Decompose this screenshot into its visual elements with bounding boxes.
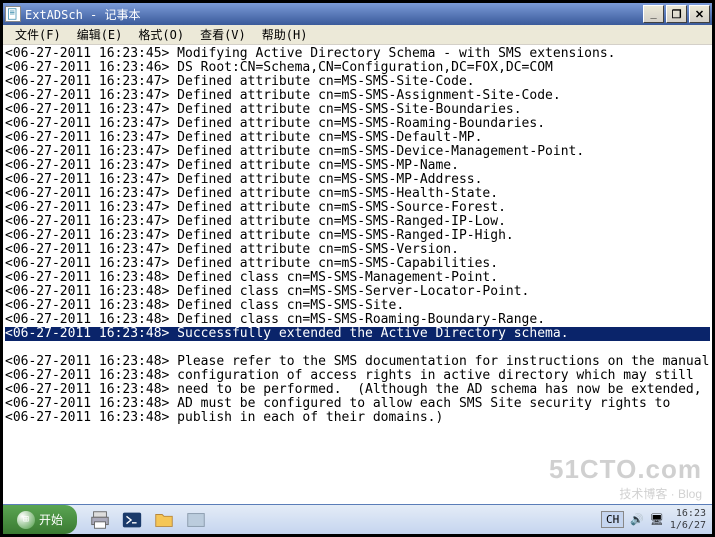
tray-network-icon[interactable]: 🖥	[650, 513, 664, 526]
start-label: 开始	[39, 511, 63, 528]
log-line: <06-27-2011 16:23:48> need to be perform…	[5, 383, 710, 397]
log-line: <06-27-2011 16:23:46> DS Root:CN=Schema,…	[5, 61, 710, 75]
log-line: <06-27-2011 16:23:48> configuration of a…	[5, 369, 710, 383]
log-line: <06-27-2011 16:23:48> Defined class cn=M…	[5, 271, 710, 285]
log-line: <06-27-2011 16:23:47> Defined attribute …	[5, 89, 710, 103]
log-line: <06-27-2011 16:23:48> Successfully exten…	[5, 327, 710, 341]
system-tray: CH 🔊 🖥 16:23 1/6/27	[595, 508, 712, 532]
ql-explorer-icon[interactable]	[149, 507, 179, 533]
minimize-button[interactable]: _	[643, 5, 664, 23]
log-line: <06-27-2011 16:23:47> Defined attribute …	[5, 145, 710, 159]
menu-view[interactable]: 查看(V)	[192, 24, 254, 45]
log-line: <06-27-2011 16:23:47> Defined attribute …	[5, 201, 710, 215]
close-button[interactable]: ✕	[689, 5, 710, 23]
ql-printer-icon[interactable]	[85, 507, 115, 533]
notepad-window: ExtADSch - 记事本 _ ❐ ✕ 文件(F) 编辑(E) 格式(O) 查…	[3, 3, 712, 534]
log-line: <06-27-2011 16:23:47> Defined attribute …	[5, 159, 710, 173]
clock[interactable]: 16:23 1/6/27	[670, 508, 706, 532]
log-line: <06-27-2011 16:23:47> Defined attribute …	[5, 173, 710, 187]
menu-format[interactable]: 格式(O)	[130, 24, 192, 45]
date-text: 1/6/27	[670, 520, 706, 532]
menu-edit[interactable]: 编辑(E)	[69, 24, 131, 45]
log-line: <06-27-2011 16:23:48> Please refer to th…	[5, 355, 710, 369]
log-line: <06-27-2011 16:23:48> Defined class cn=M…	[5, 285, 710, 299]
menu-file[interactable]: 文件(F)	[7, 24, 69, 45]
log-line: <06-27-2011 16:23:47> Defined attribute …	[5, 117, 710, 131]
windows-orb-icon: ⊞	[17, 511, 35, 529]
log-line: <06-27-2011 16:23:47> Defined attribute …	[5, 229, 710, 243]
log-line: <06-27-2011 16:23:48> publish in each of…	[5, 411, 710, 425]
log-line: <06-27-2011 16:23:47> Defined attribute …	[5, 257, 710, 271]
window-title: ExtADSch - 记事本	[25, 6, 643, 23]
log-line: <06-27-2011 16:23:47> Defined attribute …	[5, 103, 710, 117]
language-indicator[interactable]: CH	[601, 511, 624, 528]
menu-bar: 文件(F) 编辑(E) 格式(O) 查看(V) 帮助(H)	[3, 25, 712, 45]
quick-launch	[85, 507, 211, 533]
log-line: <06-27-2011 16:23:47> Defined attribute …	[5, 75, 710, 89]
tray-volume-icon[interactable]: 🔊	[630, 513, 644, 526]
taskbar: ⊞ 开始 CH 🔊 🖥 16:23 1/6/27	[3, 504, 712, 534]
log-line: <06-27-2011 16:23:47> Defined attribute …	[5, 215, 710, 229]
log-line: <06-27-2011 16:23:47> Defined attribute …	[5, 187, 710, 201]
log-line	[5, 341, 710, 355]
log-line: <06-27-2011 16:23:48> AD must be configu…	[5, 397, 710, 411]
restore-button[interactable]: ❐	[666, 5, 687, 23]
log-line: <06-27-2011 16:23:47> Defined attribute …	[5, 243, 710, 257]
text-area[interactable]: <06-27-2011 16:23:45> Modifying Active D…	[3, 45, 712, 504]
menu-help[interactable]: 帮助(H)	[254, 24, 316, 45]
window-controls: _ ❐ ✕	[643, 5, 710, 23]
log-line: <06-27-2011 16:23:45> Modifying Active D…	[5, 47, 710, 61]
start-button[interactable]: ⊞ 开始	[3, 505, 77, 534]
title-bar[interactable]: ExtADSch - 记事本 _ ❐ ✕	[3, 3, 712, 25]
time-text: 16:23	[670, 508, 706, 520]
log-line: <06-27-2011 16:23:48> Defined class cn=M…	[5, 299, 710, 313]
log-line: <06-27-2011 16:23:48> Defined class cn=M…	[5, 313, 710, 327]
log-line: <06-27-2011 16:23:47> Defined attribute …	[5, 131, 710, 145]
app-icon	[5, 6, 21, 22]
ql-powershell-icon[interactable]	[117, 507, 147, 533]
ql-blank-icon[interactable]	[181, 507, 211, 533]
